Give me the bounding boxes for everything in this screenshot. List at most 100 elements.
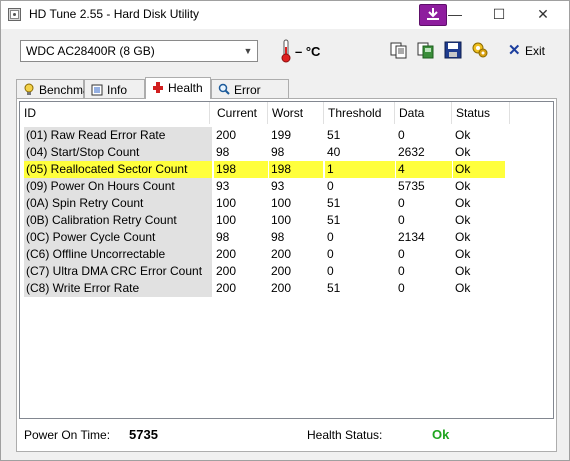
column-header-status[interactable]: Status [452, 102, 510, 124]
table-row[interactable]: (09) Power On Hours Count 93 93 0 5735 Ok [24, 178, 504, 195]
cell-current: 98 [216, 230, 230, 244]
cell-worst: 98 [271, 145, 285, 159]
health-status-label: Health Status: [307, 428, 383, 442]
cell-threshold: 51 [327, 128, 341, 142]
cell-status: Ok [455, 264, 471, 278]
cell-id: (C7) Ultra DMA CRC Error Count [24, 263, 212, 280]
options-icon[interactable] [471, 41, 489, 59]
tab-info[interactable]: Info [84, 79, 145, 98]
cell-current: 200 [216, 281, 237, 295]
error-scan-icon [218, 83, 230, 95]
app-window: HD Tune 2.55 - Hard Disk Utility — ☐ ✕ W… [0, 0, 570, 461]
status-footer: Power On Time: 5735 Health Status: Ok [17, 419, 556, 451]
cell-current: 200 [216, 264, 237, 278]
cell-worst: 93 [271, 179, 285, 193]
cell-status: Ok [455, 196, 471, 210]
column-header-current[interactable]: Current [213, 102, 268, 124]
column-header-data[interactable]: Data [395, 102, 452, 124]
cell-worst: 200 [271, 247, 292, 261]
cell-worst: 100 [271, 196, 292, 210]
cell-id: (C6) Offline Uncorrectable [24, 246, 212, 263]
cell-threshold: 51 [327, 213, 341, 227]
cell-data: 0 [398, 196, 405, 210]
cell-data: 0 [398, 281, 405, 295]
maximize-button[interactable]: ☐ [477, 1, 521, 29]
table-row[interactable]: (0C) Power Cycle Count 98 98 0 2134 Ok [24, 229, 504, 246]
health-status-value: Ok [432, 427, 450, 442]
table-header: ID Current Worst Threshold Data Status [20, 102, 553, 124]
table-row[interactable]: (01) Raw Read Error Rate 200 199 51 0 Ok [24, 127, 504, 144]
cell-id: (05) Reallocated Sector Count [24, 161, 212, 178]
column-header-threshold[interactable]: Threshold [324, 102, 395, 124]
exit-label: Exit [525, 44, 546, 58]
cell-data: 2632 [398, 145, 425, 159]
health-panel: ID Current Worst Threshold Data Status (… [16, 98, 557, 452]
exit-button[interactable]: ✕ Exit [503, 41, 551, 61]
drive-select-value: WDC AC28400R (8 GB) [26, 44, 155, 58]
tab-strip: Benchmark Info Health Error Scan [16, 77, 556, 111]
temperature-readout: – °C [295, 44, 321, 59]
smart-table[interactable]: ID Current Worst Threshold Data Status (… [19, 101, 554, 419]
window-title: HD Tune 2.55 - Hard Disk Utility [29, 7, 200, 21]
tab-benchmark[interactable]: Benchmark [16, 79, 100, 98]
table-row[interactable]: (05) Reallocated Sector Count 198 198 1 4 Ok [24, 161, 505, 178]
cell-status: Ok [455, 247, 471, 261]
benchmark-icon [24, 83, 34, 95]
drive-select[interactable]: WDC AC28400R (8 GB) ▼ [20, 40, 258, 62]
cell-data: 0 [398, 128, 405, 142]
table-row[interactable]: (C6) Offline Uncorrectable 200 200 0 0 Ok [24, 246, 504, 263]
cell-id: (04) Start/Stop Count [24, 144, 212, 161]
cell-threshold: 0 [327, 179, 334, 193]
cell-worst: 198 [269, 161, 323, 178]
health-icon [153, 82, 163, 93]
cell-id: (09) Power On Hours Count [24, 178, 212, 195]
cell-threshold: 1 [325, 161, 395, 178]
power-on-time-value: 5735 [129, 427, 158, 442]
cell-threshold: 0 [327, 230, 334, 244]
tab-label-health: Health [168, 81, 203, 95]
tab-health[interactable]: Health [145, 77, 211, 99]
cell-current: 93 [216, 179, 230, 193]
table-row[interactable]: (C7) Ultra DMA CRC Error Count 200 200 0 0 Ok [24, 263, 504, 280]
cell-data: 5735 [398, 179, 425, 193]
cell-status: Ok [455, 145, 471, 159]
column-header-id[interactable]: ID [20, 102, 210, 124]
table-row[interactable]: (0B) Calibration Retry Count 100 100 51 0 Ok [24, 212, 504, 229]
cell-current: 198 [214, 161, 268, 178]
power-on-time-label: Power On Time: [24, 428, 111, 442]
table-row[interactable]: (0A) Spin Retry Count 100 100 51 0 Ok [24, 195, 504, 212]
cell-data: 0 [398, 247, 405, 261]
cell-current: 200 [216, 247, 237, 261]
cell-worst: 100 [271, 213, 292, 227]
cell-threshold: 51 [327, 196, 341, 210]
cell-status: Ok [455, 128, 471, 142]
cell-worst: 200 [271, 264, 292, 278]
thermometer-icon [281, 39, 291, 63]
save-icon[interactable] [444, 41, 462, 59]
cell-threshold: 40 [327, 145, 341, 159]
tab-label-info: Info [107, 83, 128, 97]
cell-current: 100 [216, 196, 237, 210]
chevron-down-icon[interactable]: ▼ [239, 41, 257, 61]
cell-id: (0C) Power Cycle Count [24, 229, 212, 246]
table-row[interactable]: (04) Start/Stop Count 98 98 40 2632 Ok [24, 144, 504, 161]
cell-id: (C8) Write Error Rate [24, 280, 212, 297]
cell-status: Ok [453, 161, 505, 178]
column-header-worst[interactable]: Worst [268, 102, 324, 124]
cell-id: (0B) Calibration Retry Count [24, 212, 212, 229]
minimize-button[interactable]: — [433, 1, 477, 29]
tab-error-scan[interactable]: Error Scan [211, 79, 289, 111]
copy-screenshot-icon[interactable] [417, 41, 435, 59]
cell-current: 200 [216, 128, 237, 142]
cell-id: (0A) Spin Retry Count [24, 195, 212, 212]
cell-status: Ok [455, 213, 471, 227]
cell-worst: 200 [271, 281, 292, 295]
copy-info-icon[interactable] [390, 41, 408, 59]
cell-data: 0 [398, 213, 405, 227]
close-button[interactable]: ✕ [521, 1, 565, 29]
table-row[interactable]: (C8) Write Error Rate 200 200 51 0 Ok [24, 280, 504, 297]
cell-current: 98 [216, 145, 230, 159]
info-icon [91, 84, 103, 96]
cell-current: 100 [216, 213, 237, 227]
exit-icon: ✕ [508, 42, 521, 59]
